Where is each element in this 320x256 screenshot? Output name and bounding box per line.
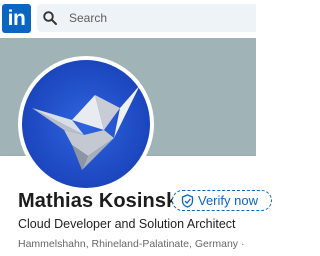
search-icon <box>43 11 57 25</box>
shield-check-icon <box>181 194 194 208</box>
profile-name: Mathias Kosinski <box>18 190 183 212</box>
search-input[interactable]: Search <box>69 4 107 32</box>
linkedin-logo[interactable]: in <box>2 4 31 33</box>
verify-now-label: Verify now <box>198 193 258 208</box>
top-navigation-bar: in Search <box>0 0 256 38</box>
profile-avatar[interactable] <box>18 56 154 192</box>
profile-location: Hammelshahn, Rhineland-Palatinate, Germa… <box>18 238 245 250</box>
search-box[interactable]: Search <box>37 4 256 32</box>
verify-now-button[interactable]: Verify now <box>172 190 272 211</box>
profile-headline: Cloud Developer and Solution Architect <box>18 217 236 231</box>
avatar-image <box>22 60 150 188</box>
